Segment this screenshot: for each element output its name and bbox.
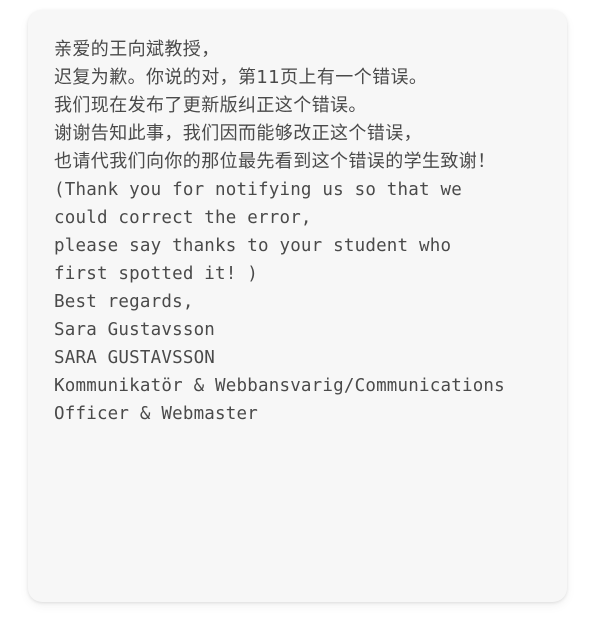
message-line: 我们现在发布了更新版纠正这个错误。 (54, 95, 367, 116)
message-line: first spotted it! ) (54, 264, 258, 284)
message-line: 亲爱的王向斌教授， (54, 39, 220, 60)
message-line: 谢谢告知此事，我们因而能够改正这个错误， (54, 123, 422, 144)
message-line: 迟复为歉。你说的对，第11页上有一个错误。 (54, 67, 428, 88)
message-line: (Thank you for notifying us so that we (54, 180, 462, 200)
message-line: Officer & Webmaster (54, 404, 258, 424)
message-line: 也请代我们向你的那位最先看到这个错误的学生致谢！ (54, 151, 496, 172)
message-line: Best regards, (54, 292, 194, 312)
message-card: 亲爱的王向斌教授， 迟复为歉。你说的对，第11页上有一个错误。 我们现在发布了更新版… (28, 10, 567, 602)
message-body: 亲爱的王向斌教授， 迟复为歉。你说的对，第11页上有一个错误。 我们现在发布了更新版… (54, 36, 557, 428)
message-line: Kommunikatör & Webbansvarig/Communicatio… (54, 376, 505, 396)
message-line: SARA GUSTAVSSON (54, 348, 216, 368)
message-line: could correct the error, (54, 208, 312, 228)
message-line: Sara Gustavsson (54, 320, 216, 340)
message-line: please say thanks to your student who (54, 236, 452, 256)
